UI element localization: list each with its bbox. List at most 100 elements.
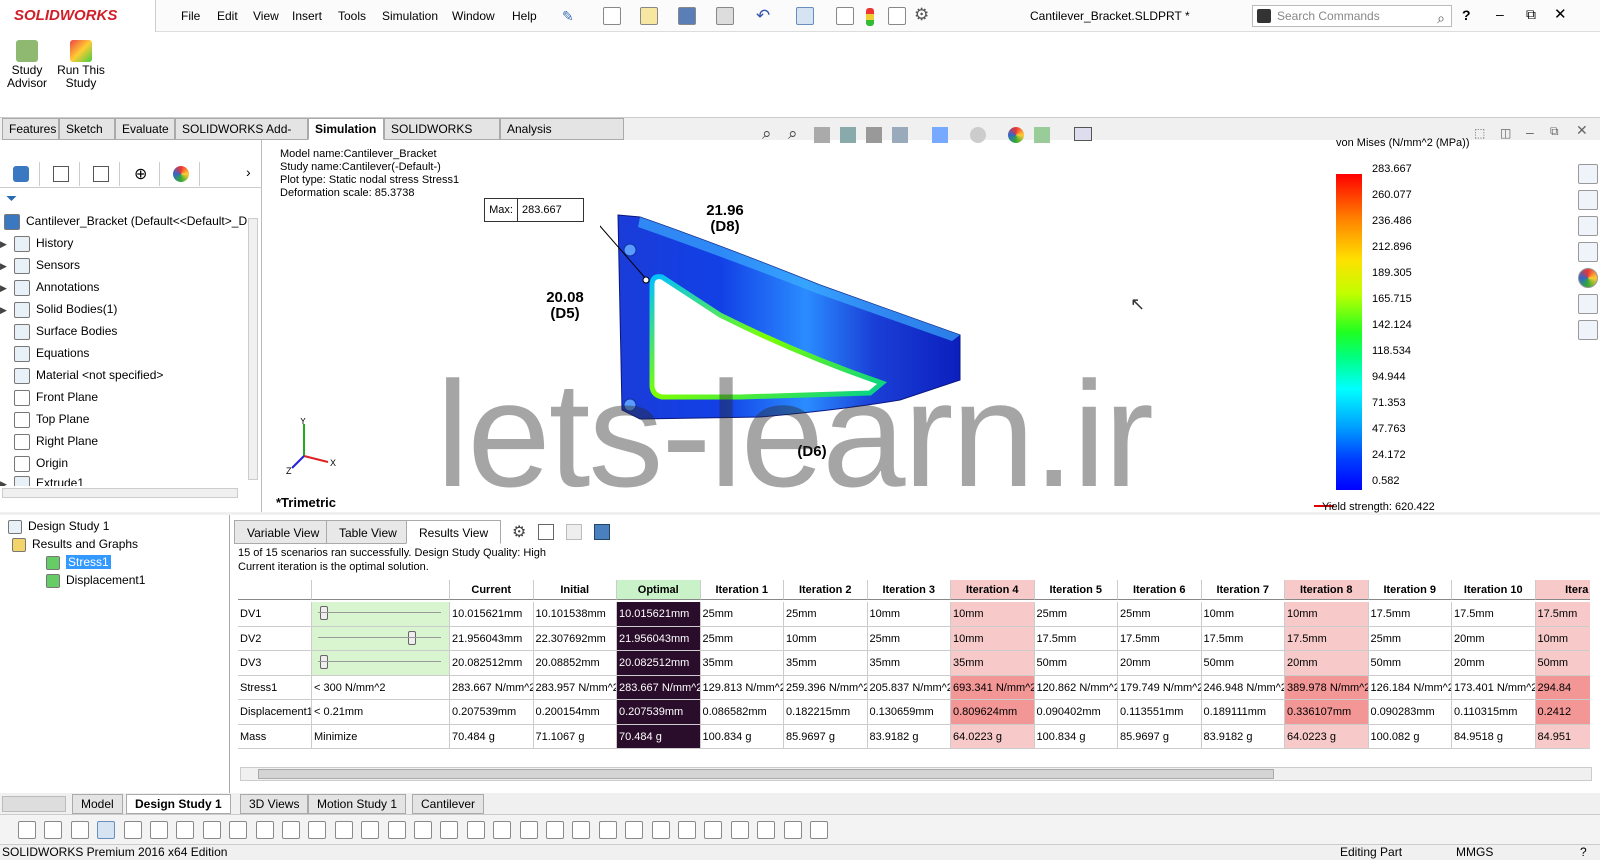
save-results-icon[interactable] xyxy=(594,524,610,540)
column-header[interactable]: Iteration 9 xyxy=(1368,580,1452,600)
table-cell[interactable]: 100.834 g xyxy=(700,724,784,749)
design-variable-slider[interactable] xyxy=(312,626,450,651)
tab-variable-view[interactable]: Variable View xyxy=(234,520,333,544)
table-cell[interactable]: 10.015621mm xyxy=(450,602,534,627)
options-gear-icon[interactable]: ⚙ xyxy=(914,5,929,25)
tree-item-annotations[interactable]: ▶ Annotations xyxy=(0,276,99,298)
table-cell[interactable]: 17.5mm xyxy=(1368,602,1452,627)
table-cell[interactable]: 20.082512mm xyxy=(450,651,534,676)
table-cell[interactable]: 17.5mm xyxy=(1118,626,1202,651)
edit-appearance-icon[interactable] xyxy=(1008,127,1024,143)
table-cell[interactable]: 0.207539mm xyxy=(617,700,701,725)
filter-icon[interactable]: ⏷ xyxy=(6,190,17,207)
study-advisor-button[interactable]: Study Advisor xyxy=(2,40,52,90)
design-variable-slider[interactable] xyxy=(312,651,450,676)
tree-item-front-plane[interactable]: Front Plane xyxy=(0,386,98,408)
table-cell[interactable]: 0.113551mm xyxy=(1118,700,1202,725)
search-icon[interactable]: ⌕ xyxy=(1437,8,1445,28)
table-cell[interactable]: 693.341 N/mm^2 xyxy=(951,675,1035,700)
table-cell[interactable]: 83.9182 g xyxy=(1201,724,1285,749)
menu-window[interactable]: Window xyxy=(452,0,495,32)
relation-icon[interactable] xyxy=(493,821,512,839)
table-cell[interactable]: 20mm xyxy=(1118,651,1202,676)
line-icon[interactable] xyxy=(150,821,168,839)
table-cell[interactable]: 25mm xyxy=(700,626,784,651)
table-cell[interactable]: 0.2412 xyxy=(1535,700,1590,725)
tab-mbd[interactable]: SOLIDWORKS MBD xyxy=(384,118,500,156)
tab-3d-views[interactable]: 3D Views xyxy=(240,794,309,814)
arc-icon[interactable] xyxy=(255,821,274,839)
pin-icon[interactable]: ✎ xyxy=(562,8,574,25)
table-cell[interactable]: 389.978 N/mm^2 xyxy=(1285,675,1369,700)
table-cell[interactable]: 0.200154mm xyxy=(533,700,617,725)
column-header[interactable]: Iteration 10 xyxy=(1452,580,1536,600)
table-cell[interactable]: 84.9518 g xyxy=(1452,724,1536,749)
column-header[interactable]: Iteration 8 xyxy=(1285,580,1369,600)
zoom-area-icon[interactable]: ⌕ xyxy=(788,124,798,144)
tree-item-right-plane[interactable]: Right Plane xyxy=(0,430,98,452)
appearances-icon[interactable] xyxy=(1578,268,1598,288)
table-cell[interactable]: 17.5mm xyxy=(1034,626,1118,651)
tab-motion-study-1[interactable]: Motion Study 1 xyxy=(308,794,407,814)
column-header[interactable]: Iteration 6 xyxy=(1118,580,1202,600)
traffic-light-icon[interactable] xyxy=(866,8,874,26)
tab-cantilever[interactable]: Cantilever xyxy=(412,794,485,814)
view-palette-icon[interactable] xyxy=(1578,242,1598,262)
results-item-displacement1[interactable]: Displacement1 xyxy=(46,569,145,591)
table-cell[interactable]: 294.84 xyxy=(1535,675,1590,700)
expand-icon[interactable]: ▶ xyxy=(0,277,14,299)
tab-sketch[interactable]: Sketch xyxy=(59,118,115,140)
move-icon[interactable] xyxy=(440,821,459,839)
expand-icon[interactable]: ▶ xyxy=(0,475,14,486)
table-cell[interactable]: 25mm xyxy=(867,626,951,651)
table-cell[interactable]: 35mm xyxy=(951,651,1035,676)
column-header[interactable]: Iteration 1 xyxy=(700,580,784,600)
table-settings-icon[interactable] xyxy=(538,524,554,540)
quick-snaps-icon[interactable] xyxy=(572,821,591,839)
feature-tree-tab[interactable] xyxy=(2,162,40,186)
column-header[interactable]: Iteration 2 xyxy=(784,580,868,600)
table-cell[interactable]: 0.110315mm xyxy=(1452,700,1536,725)
max-stress-label[interactable]: Max: 283.667 xyxy=(484,198,584,222)
restore-window-icon[interactable]: ⧉ xyxy=(1526,6,1536,23)
column-header[interactable]: Itera xyxy=(1535,580,1590,600)
table-cell[interactable]: 10mm xyxy=(784,626,868,651)
viewport-minimize-icon[interactable]: – xyxy=(1526,124,1534,140)
run-study-button[interactable]: Run This Study xyxy=(56,40,106,90)
column-header[interactable]: Optimal xyxy=(617,580,701,600)
table-cell[interactable]: 10.015621mm xyxy=(617,602,701,627)
tab-model[interactable]: Model xyxy=(72,794,123,814)
table-cell[interactable]: 205.837 N/mm^2 xyxy=(867,675,951,700)
file-explorer-icon[interactable] xyxy=(1578,216,1598,236)
design-variable-slider[interactable] xyxy=(312,602,450,627)
minimize-window-icon[interactable]: – xyxy=(1496,6,1504,22)
slider-knob[interactable] xyxy=(320,655,329,669)
table-cell[interactable]: 259.396 N/mm^2 xyxy=(784,675,868,700)
previous-view-icon[interactable] xyxy=(814,127,830,143)
display-relations-icon[interactable] xyxy=(519,821,538,839)
column-header[interactable]: Iteration 5 xyxy=(1034,580,1118,600)
column-header[interactable]: Iteration 3 xyxy=(867,580,951,600)
table-cell[interactable]: 283.667 N/mm^2 xyxy=(450,675,534,700)
split-icon[interactable] xyxy=(783,821,802,839)
section-icon[interactable] xyxy=(730,821,749,839)
file-properties-icon[interactable] xyxy=(888,7,906,25)
table-cell[interactable]: 25mm xyxy=(784,602,868,627)
export-icon[interactable] xyxy=(566,524,582,540)
table-cell[interactable]: 50mm xyxy=(1201,651,1285,676)
options-gear-icon[interactable]: ⚙ xyxy=(512,522,526,542)
close-window-icon[interactable]: ✕ xyxy=(1554,5,1567,23)
table-cell[interactable]: 20.08852mm xyxy=(533,651,617,676)
select-arrow-icon[interactable] xyxy=(796,7,814,25)
table-cell[interactable]: 35mm xyxy=(867,651,951,676)
table-cell[interactable]: 20mm xyxy=(1452,651,1536,676)
table-cell[interactable]: 10mm xyxy=(951,626,1035,651)
table-cell[interactable]: 129.813 N/mm^2 xyxy=(700,675,784,700)
table-cell[interactable]: 100.082 g xyxy=(1368,724,1452,749)
tab-table-view[interactable]: Table View xyxy=(326,520,410,544)
tree-root[interactable]: Cantilever_Bracket (Default<<Default>_D xyxy=(4,210,247,232)
table-cell[interactable]: 10mm xyxy=(1535,626,1590,651)
select-icon[interactable] xyxy=(97,821,116,839)
table-cell[interactable]: 84.951 xyxy=(1535,724,1590,749)
viewport-restore-icon[interactable]: ⧉ xyxy=(1550,124,1559,139)
